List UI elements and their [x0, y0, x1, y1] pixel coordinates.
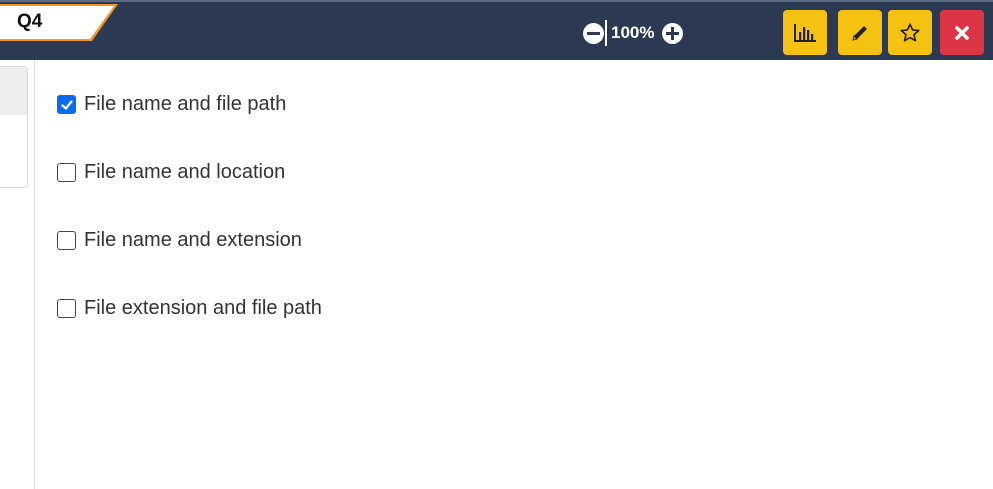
zoom-level: 100% — [611, 23, 655, 42]
text-caret — [605, 20, 607, 46]
question-tab[interactable]: Q4 — [0, 4, 118, 41]
side-panel — [0, 66, 28, 188]
minus-icon — [587, 31, 600, 35]
answer-options: File name and file path File name and lo… — [57, 88, 322, 360]
star-icon — [900, 22, 920, 42]
check-icon — [61, 100, 73, 110]
pencil-icon — [852, 25, 867, 41]
checkbox[interactable] — [57, 231, 76, 250]
bar-chart-icon — [794, 23, 816, 42]
checkbox[interactable] — [57, 299, 76, 318]
stats-button[interactable] — [783, 10, 827, 55]
answer-option-label: File name and extension — [84, 229, 302, 251]
top-bar: Q4 100% — [0, 0, 993, 60]
zoom-control: 100% — [583, 20, 684, 46]
close-icon — [955, 25, 969, 40]
close-button[interactable] — [940, 10, 984, 55]
answer-option-4[interactable]: File extension and file path — [57, 292, 322, 325]
zoom-out-button[interactable] — [583, 22, 604, 44]
answer-option-3[interactable]: File name and extension — [57, 224, 322, 257]
answer-option-label: File name and location — [84, 161, 286, 183]
question-tab-label: Q4 — [17, 11, 43, 32]
plus-icon — [671, 26, 675, 40]
answer-option-label: File name and file path — [84, 93, 287, 115]
answer-option-label: File extension and file path — [84, 297, 322, 319]
favorite-button[interactable] — [888, 10, 932, 55]
panel-divider — [34, 60, 35, 489]
answer-option-2[interactable]: File name and location — [57, 156, 322, 189]
checkbox[interactable] — [57, 163, 76, 182]
checkbox-checked[interactable] — [57, 95, 76, 114]
side-panel-selected-item[interactable] — [0, 67, 27, 115]
edit-button[interactable] — [838, 10, 882, 55]
answer-option-1[interactable]: File name and file path — [57, 88, 322, 121]
zoom-in-button[interactable] — [662, 22, 684, 44]
